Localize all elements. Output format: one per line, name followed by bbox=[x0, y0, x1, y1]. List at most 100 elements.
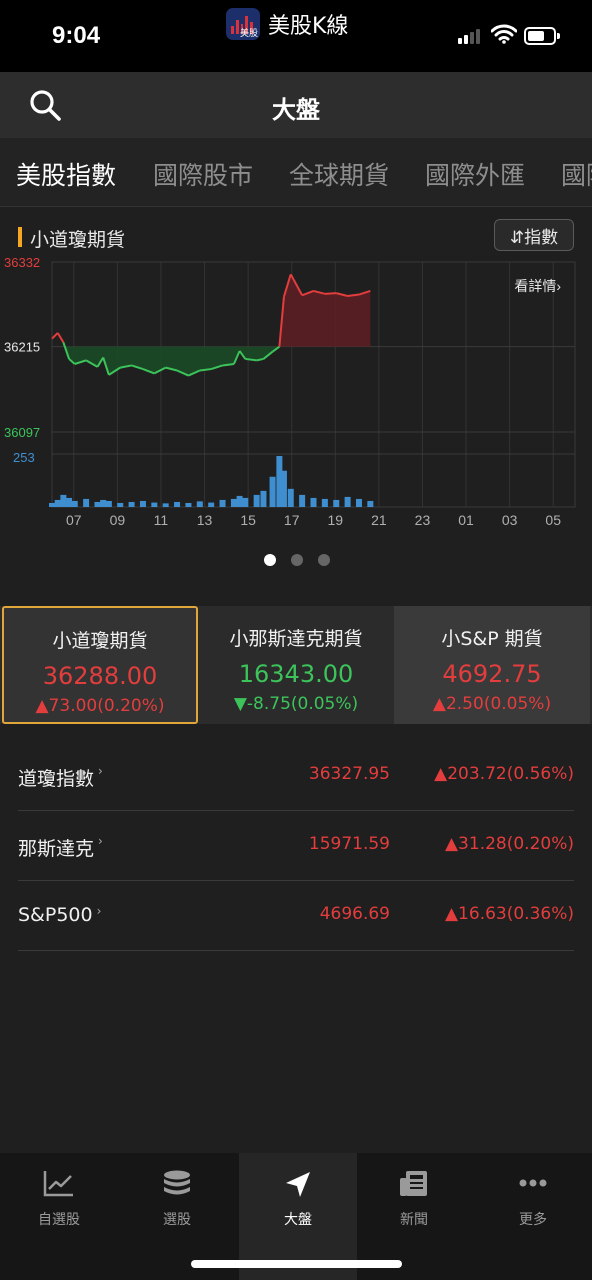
tab-international-more[interactable]: 國際 bbox=[561, 156, 592, 192]
x-tick-label: 15 bbox=[240, 512, 256, 528]
volume-max-label: 253 bbox=[13, 450, 35, 465]
volume-bar bbox=[139, 500, 146, 507]
volume-bar bbox=[280, 470, 287, 507]
newspaper-icon bbox=[400, 1171, 427, 1196]
volume-bar bbox=[333, 499, 340, 507]
volume-bar bbox=[219, 499, 226, 507]
home-indicator bbox=[191, 1260, 402, 1268]
status-bar: 9:04 美股 美股K線 bbox=[0, 0, 592, 72]
index-toggle-button[interactable]: ⇵指數 bbox=[494, 219, 574, 251]
volume-bar bbox=[230, 498, 237, 507]
nav-header: 大盤 bbox=[0, 72, 592, 138]
index-name: S&P500 bbox=[18, 904, 93, 926]
chart-pager[interactable] bbox=[264, 554, 330, 566]
list-item[interactable]: 道瓊指數 › 36327.95 ▲203.72(0.56%) bbox=[18, 740, 574, 811]
wifi-icon bbox=[491, 24, 517, 44]
volume-bar bbox=[162, 503, 169, 507]
card-price: 4692.75 bbox=[442, 660, 542, 688]
card-name: 小S&P 期貨 bbox=[441, 628, 543, 650]
above-reference-fill bbox=[279, 274, 371, 347]
volume-bar bbox=[242, 497, 249, 507]
list-item[interactable]: S&P500 › 4696.69 ▲16.63(0.36%) bbox=[18, 880, 574, 951]
x-tick-label: 01 bbox=[458, 512, 474, 528]
card-change: ▼-8.75(0.05%) bbox=[233, 694, 359, 714]
volume-bar bbox=[71, 500, 78, 507]
coin-stack-icon bbox=[164, 1170, 190, 1195]
volume-bar bbox=[94, 501, 101, 507]
list-item[interactable]: 那斯達克 › 15971.59 ▲31.28(0.20%) bbox=[18, 810, 574, 881]
volume-bar bbox=[83, 498, 90, 507]
card-change: ▲73.00(0.20%) bbox=[35, 696, 165, 716]
x-tick-label: 09 bbox=[110, 512, 126, 528]
tab-forex[interactable]: 國際外匯 bbox=[425, 156, 525, 192]
tab-international-stocks[interactable]: 國際股市 bbox=[153, 156, 253, 192]
line-chart-icon bbox=[43, 1171, 73, 1197]
page-title: 大盤 bbox=[272, 96, 320, 124]
chart-section: 36332 36215 36097 253 07 09 11 13 15 17 19 21 23 01 03… bbox=[0, 207, 592, 585]
price-line-segment bbox=[324, 292, 337, 295]
x-tick-label: 07 bbox=[66, 512, 82, 528]
index-value: 15971.59 bbox=[308, 834, 390, 854]
futures-card-dow[interactable]: 小道瓊期貨 36288.00 ▲73.00(0.20%) bbox=[2, 606, 198, 724]
futures-card-nasdaq[interactable]: 小那斯達克期貨 16343.00 ▼-8.75(0.05%) bbox=[198, 606, 394, 724]
tabbar-more[interactable]: 更多 bbox=[474, 1153, 592, 1280]
pager-dot[interactable] bbox=[291, 554, 303, 566]
futures-cards: 小道瓊期貨 36288.00 ▲73.00(0.20%) 小那斯達克期貨 163… bbox=[0, 606, 592, 724]
app-name: 美股K線 bbox=[268, 14, 349, 39]
battery-icon bbox=[524, 27, 560, 45]
volume-bar bbox=[367, 500, 374, 507]
volume-bar bbox=[60, 494, 67, 507]
card-name: 小那斯達克期貨 bbox=[229, 628, 363, 650]
intraday-chart[interactable]: 36332 36215 36097 253 07 09 11 13 15 17 19 21 23 01 03… bbox=[0, 207, 592, 547]
tab-global-futures[interactable]: 全球期貨 bbox=[289, 156, 389, 192]
cellular-signal-icon bbox=[458, 29, 480, 44]
index-change: ▲31.28(0.20%) bbox=[444, 834, 574, 854]
tab-us-indices[interactable]: 美股指數 bbox=[16, 156, 116, 192]
index-change: ▲203.72(0.56%) bbox=[434, 764, 574, 784]
tab-label: 自選股 bbox=[38, 1212, 80, 1228]
volume-bar bbox=[174, 501, 181, 507]
x-tick-label: 11 bbox=[154, 512, 169, 528]
tab-label: 大盤 bbox=[284, 1212, 312, 1228]
y-tick-label: 36215 bbox=[4, 340, 40, 355]
tabbar-watchlist[interactable]: 自選股 bbox=[0, 1153, 118, 1280]
pager-dot[interactable] bbox=[264, 554, 276, 566]
more-dots-icon bbox=[519, 1179, 547, 1187]
volume-bar bbox=[344, 496, 351, 507]
volume-bar bbox=[151, 502, 158, 507]
index-change: ▲16.63(0.36%) bbox=[444, 904, 574, 924]
chevron-right-icon: › bbox=[98, 764, 103, 778]
volume-bar bbox=[54, 499, 61, 507]
price-line-segment bbox=[51, 332, 59, 340]
price-line-segment bbox=[56, 332, 65, 343]
x-tick-label: 03 bbox=[502, 512, 518, 528]
market-tabs: 美股指數 國際股市 全球期貨 國際外匯 國際 bbox=[0, 138, 592, 207]
y-tick-label: 36332 bbox=[4, 255, 40, 270]
volume-bar bbox=[269, 476, 276, 507]
index-value: 4696.69 bbox=[319, 904, 390, 924]
x-tick-label: 13 bbox=[197, 512, 213, 528]
y-tick-label: 36097 bbox=[4, 425, 40, 440]
navigation-arrow-icon bbox=[286, 1172, 310, 1197]
index-name: 那斯達克 bbox=[18, 838, 95, 860]
price-line-segment bbox=[256, 357, 264, 362]
card-price: 16343.00 bbox=[238, 660, 354, 688]
volume-bar bbox=[260, 490, 267, 507]
tab-label: 選股 bbox=[163, 1212, 191, 1228]
futures-card-sp[interactable]: 小S&P 期貨 4692.75 ▲2.50(0.05%) bbox=[394, 606, 590, 724]
volume-bar bbox=[128, 501, 135, 507]
volume-bar bbox=[117, 502, 124, 507]
volume-bar bbox=[321, 498, 328, 507]
volume-bar bbox=[100, 499, 107, 507]
card-change: ▲2.50(0.05%) bbox=[432, 694, 552, 714]
x-tick-label: 17 bbox=[284, 512, 300, 528]
volume-bar bbox=[310, 497, 317, 507]
volume-bar bbox=[105, 500, 112, 507]
pager-dot[interactable] bbox=[318, 554, 330, 566]
volume-bar bbox=[236, 495, 243, 507]
x-tick-label: 23 bbox=[415, 512, 431, 528]
volume-bar bbox=[299, 494, 306, 507]
app-badge: 美股 美股K線 bbox=[226, 8, 348, 40]
detail-link[interactable]: 看詳情› bbox=[514, 278, 561, 294]
tab-label: 更多 bbox=[519, 1212, 547, 1228]
